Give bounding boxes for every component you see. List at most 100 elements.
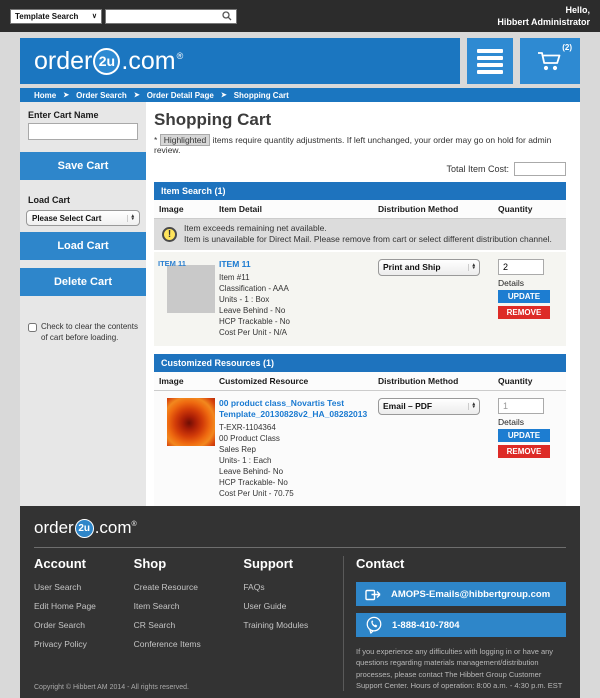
item-remove-button[interactable]: REMOVE [498,306,550,319]
cart-button[interactable]: (2) [520,38,580,84]
item-distribution-cell: Print and Ship ▴ ▾ [378,257,498,338]
shopping-cart-main: Shopping Cart * Highlighted items requir… [146,102,580,506]
footer-link-user-guide[interactable]: User Guide [243,601,343,611]
footer-link-cr-search[interactable]: CR Search [134,620,244,630]
breadcrumb-home[interactable]: Home [34,91,56,100]
item-quantity-cell: Details UPDATE REMOVE [498,257,566,338]
top-bar: Template Search ∨ Hello, Hibbert Adminis… [0,0,600,32]
footer-link-training-modules[interactable]: Training Modules [243,620,343,630]
footer-heading-support: Support [243,556,343,571]
cr-title-link[interactable]: 00 product class_Novartis Test Template_… [219,398,378,420]
stepper-icon: ▴ ▾ [127,215,134,222]
warning-line-1: Item exceeds remaining net available. [184,223,552,234]
footer-heading-account: Account [34,556,134,571]
clear-cart-checkbox[interactable] [28,323,37,332]
template-search-value: Template Search [15,12,78,21]
select-cart-value: Please Select Cart [32,214,101,223]
item-detail-cell: ITEM 11 Item #11 Classification - AAA Un… [219,257,378,338]
footer-link-faqs[interactable]: FAQs [243,582,343,592]
cart-count-badge: (2) [562,43,572,52]
item-quantity-input[interactable] [498,259,544,275]
footer-link-conference-items[interactable]: Conference Items [134,639,244,649]
column-distribution: Distribution Method [378,376,498,386]
stepper-down-icon: ▾ [472,406,475,410]
total-cost-row: Total Item Cost: [154,162,566,176]
cart-sidebar: Enter Cart Name Save Cart Load Cart Plea… [20,102,146,506]
item-detail-line: Cost Per Unit - N/A [219,327,378,338]
item-update-button[interactable]: UPDATE [498,290,550,303]
item-image-placeholder[interactable] [167,265,215,313]
item-detail-line: Leave Behind - No [219,305,378,316]
warning-icon: ! [162,227,177,242]
footer-link-user-search[interactable]: User Search [34,582,134,592]
cr-quantity-input[interactable] [498,398,544,414]
contact-email-button[interactable]: AMOPS-Emails@hibbertgroup.com [356,582,566,606]
global-search-box [105,9,237,24]
stepper-icon: ▴ ▾ [468,264,475,271]
logo[interactable]: order2u.com® [34,47,183,76]
footer-column-contact: Contact AMOPS-Emails@hibbertgroup.com 1-… [343,556,566,691]
clear-cart-checkbox-label: Check to clear the contents of cart befo… [41,322,138,344]
item-search-section-header: Item Search (1) [154,182,566,200]
cr-thumbnail-image[interactable] [167,398,215,446]
cr-image-cell [154,396,219,499]
total-cost-label: Total Item Cost: [446,164,509,174]
footer-link-item-search[interactable]: Item Search [134,601,244,611]
cr-title-line1: 00 product class_Novartis Test [219,398,378,409]
breadcrumb-order-detail[interactable]: Order Detail Page [147,91,214,100]
item-image-cell: ITEM 11 [154,257,219,338]
load-cart-button[interactable]: Load Cart [20,232,146,260]
email-share-icon [365,588,382,601]
stepper-down-icon: ▾ [131,218,134,222]
logo-band: order2u.com® [20,38,460,84]
breadcrumb-separator-icon: ➤ [221,91,227,99]
item-distribution-select[interactable]: Print and Ship ▴ ▾ [378,259,480,276]
cr-detail-line: HCP Trackable- No [219,477,378,488]
cr-update-button[interactable]: UPDATE [498,429,550,442]
column-image: Image [154,204,219,214]
delete-cart-button[interactable]: Delete Cart [20,268,146,296]
cr-distribution-value: Email – PDF [383,401,432,411]
page-title: Shopping Cart [154,110,566,130]
load-cart-label: Load Cart [20,191,146,208]
highlight-note: * Highlighted items require quantity adj… [154,135,566,155]
total-cost-input[interactable] [514,162,566,176]
cart-name-input[interactable] [28,123,138,140]
column-customized-resource: Customized Resource [219,376,378,386]
greeting-username: Hibbert Administrator [497,16,590,28]
cr-distribution-cell: Email – PDF ▴ ▾ [378,396,498,499]
select-cart-dropdown[interactable]: Please Select Cart ▴ ▾ [26,210,140,226]
cr-detail-line: Units- 1 : Each [219,455,378,466]
cr-details-link[interactable]: Details [498,417,566,427]
logo-text-pre: order [34,47,92,76]
save-cart-button[interactable]: Save Cart [20,152,146,180]
footer-heading-shop: Shop [134,556,244,571]
note-text: items require quantity adjustments. If l… [154,135,551,155]
contact-email-text: AMOPS-Emails@hibbertgroup.com [391,589,550,600]
footer-link-privacy-policy[interactable]: Privacy Policy [34,639,134,649]
footer-link-edit-home-page[interactable]: Edit Home Page [34,601,134,611]
breadcrumb-shopping-cart[interactable]: Shopping Cart [234,91,289,100]
item-detail-line: HCP Trackable - No [219,316,378,327]
breadcrumb: Home ➤ Order Search ➤ Order Detail Page … [20,88,580,102]
footer-link-order-search[interactable]: Order Search [34,620,134,630]
cr-title-line2: Template_20130828v2_HA_08282013 [219,409,378,420]
global-search-input[interactable] [106,12,222,21]
menu-button[interactable] [467,38,513,84]
search-icon[interactable] [222,11,236,21]
item-details-link[interactable]: Details [498,278,566,288]
item-detail-line: Item #11 [219,272,378,283]
cr-remove-button[interactable]: REMOVE [498,445,550,458]
cr-detail-line: Leave Behind- No [219,466,378,477]
template-search-select[interactable]: Template Search ∨ [10,9,102,24]
breadcrumb-order-search[interactable]: Order Search [76,91,127,100]
footer-logo-post: .com [95,518,132,538]
phone-icon [365,616,383,634]
cr-distribution-select[interactable]: Email – PDF ▴ ▾ [378,398,480,415]
cr-detail-line: Sales Rep [219,444,378,455]
footer-link-create-resource[interactable]: Create Resource [134,582,244,592]
item-title-link[interactable]: ITEM 11 [219,259,378,270]
note-asterisk: * [154,135,157,145]
breadcrumb-separator-icon: ➤ [134,91,140,99]
contact-phone-button[interactable]: 1-888-410-7804 [356,613,566,637]
